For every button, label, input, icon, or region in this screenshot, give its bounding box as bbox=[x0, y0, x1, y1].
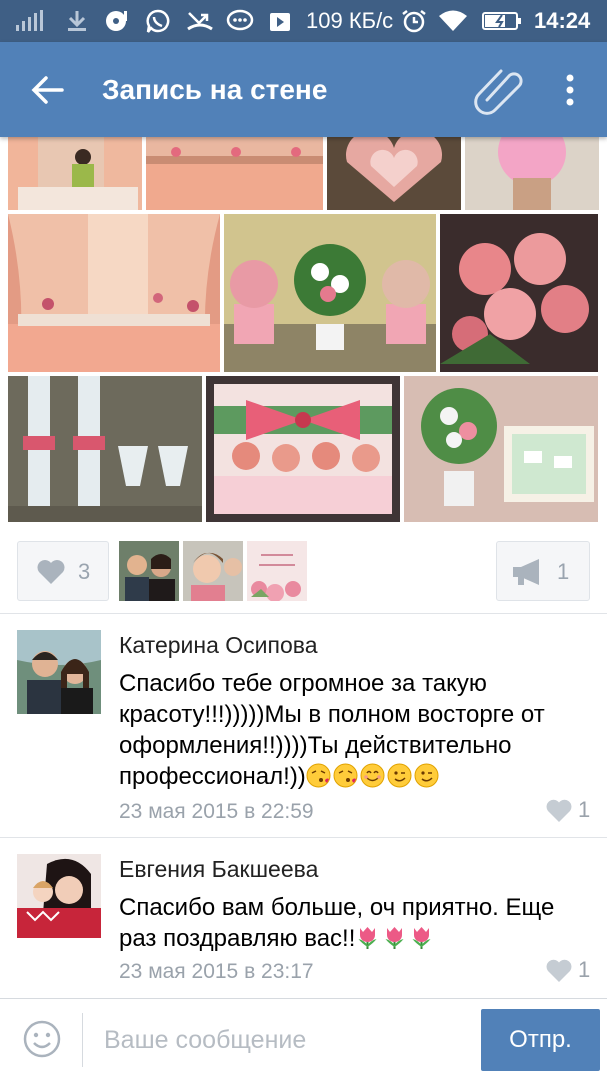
liker-avatar[interactable] bbox=[183, 541, 243, 601]
avatar[interactable] bbox=[17, 854, 101, 938]
back-arrow-icon[interactable] bbox=[28, 72, 68, 108]
heart-icon bbox=[546, 799, 572, 822]
comment-text: Спасибо тебе огромное за такую красоту!!… bbox=[119, 668, 589, 792]
network-speed: 109 КБ/с bbox=[306, 8, 394, 33]
photo-thumbnail[interactable] bbox=[327, 132, 461, 210]
divider bbox=[82, 1013, 83, 1067]
app-bar: Запись на стене bbox=[0, 42, 607, 137]
battery-charging-icon bbox=[482, 12, 521, 30]
signal-icon bbox=[16, 10, 43, 31]
emoji-row bbox=[355, 925, 436, 952]
comment-like-count: 1 bbox=[578, 797, 591, 822]
liker-avatar[interactable] bbox=[119, 541, 179, 601]
play-store-icon bbox=[270, 13, 290, 31]
tulip-emoji-icon bbox=[412, 927, 431, 949]
more-vertical-icon[interactable] bbox=[552, 70, 588, 110]
comment: Катерина Осипова Спасибо тебе огромное з… bbox=[0, 614, 607, 837]
paperclip-icon[interactable] bbox=[470, 66, 530, 116]
comment-like-button[interactable]: 1 bbox=[545, 796, 595, 826]
heart-icon bbox=[546, 959, 572, 982]
comment-like-count: 1 bbox=[578, 957, 591, 982]
like-count: 3 bbox=[78, 559, 91, 584]
viber-icon bbox=[146, 9, 170, 33]
photo-thumbnail[interactable] bbox=[8, 132, 142, 210]
download-icon bbox=[68, 11, 86, 31]
comment-date: 23 мая 2015 в 23:17 bbox=[119, 960, 314, 983]
screen: 109 КБ/с 14:24 Запись на стене 3 1 Катер… bbox=[0, 0, 607, 1080]
photo-thumbnail[interactable] bbox=[206, 376, 400, 522]
kiss-emoji-icon bbox=[306, 763, 331, 788]
page-title: Запись на стене bbox=[102, 74, 328, 105]
alarm-icon bbox=[402, 10, 426, 33]
wifi-icon bbox=[439, 10, 467, 31]
message-input[interactable] bbox=[104, 1017, 464, 1063]
share-button[interactable]: 1 bbox=[496, 541, 590, 601]
smile-emoji-icon bbox=[360, 763, 385, 788]
comment-text: Спасибо вам больше, оч приятно. Еще раз … bbox=[119, 892, 589, 954]
photo-thumbnail[interactable] bbox=[465, 132, 599, 210]
smiley-icon[interactable] bbox=[22, 1019, 62, 1059]
tulip-emoji-icon bbox=[385, 927, 404, 949]
heart-icon bbox=[37, 560, 65, 584]
message-composer: Отпр. bbox=[0, 998, 607, 1080]
comment-text-body: Спасибо вам больше, оч приятно. Еще раз … bbox=[119, 894, 555, 952]
comment: Евгения Бакшеева Спасибо вам больше, оч … bbox=[0, 838, 607, 996]
wink-emoji-icon bbox=[387, 763, 412, 788]
tulip-emoji-icon bbox=[358, 927, 377, 949]
photo-thumbnail[interactable] bbox=[404, 376, 598, 522]
photo-thumbnail[interactable] bbox=[224, 214, 436, 372]
music-disc-icon bbox=[106, 11, 127, 31]
comment-author[interactable]: Катерина Осипова bbox=[119, 630, 318, 660]
send-button[interactable]: Отпр. bbox=[481, 1009, 600, 1071]
photo-thumbnail[interactable] bbox=[146, 132, 323, 210]
comment-author[interactable]: Евгения Бакшеева bbox=[119, 854, 318, 884]
comment-date: 23 мая 2015 в 22:59 bbox=[119, 800, 314, 823]
photo-thumbnail[interactable] bbox=[440, 214, 598, 372]
kiss-emoji-icon bbox=[333, 763, 358, 788]
comment-like-button[interactable]: 1 bbox=[545, 956, 595, 986]
wink-emoji-icon bbox=[414, 763, 439, 788]
share-count: 1 bbox=[557, 559, 570, 584]
megaphone-icon bbox=[513, 559, 539, 585]
emoji-row bbox=[306, 763, 441, 790]
avatar[interactable] bbox=[17, 630, 101, 714]
liker-avatar[interactable] bbox=[247, 541, 307, 601]
clock: 14:24 bbox=[534, 8, 591, 33]
status-bar: 109 КБ/с 14:24 bbox=[0, 0, 607, 42]
missed-call-icon bbox=[187, 12, 213, 31]
chat-bubble-icon bbox=[226, 9, 254, 31]
photo-thumbnail[interactable] bbox=[8, 214, 220, 372]
like-button[interactable]: 3 bbox=[17, 541, 109, 601]
photo-thumbnail[interactable] bbox=[8, 376, 202, 522]
